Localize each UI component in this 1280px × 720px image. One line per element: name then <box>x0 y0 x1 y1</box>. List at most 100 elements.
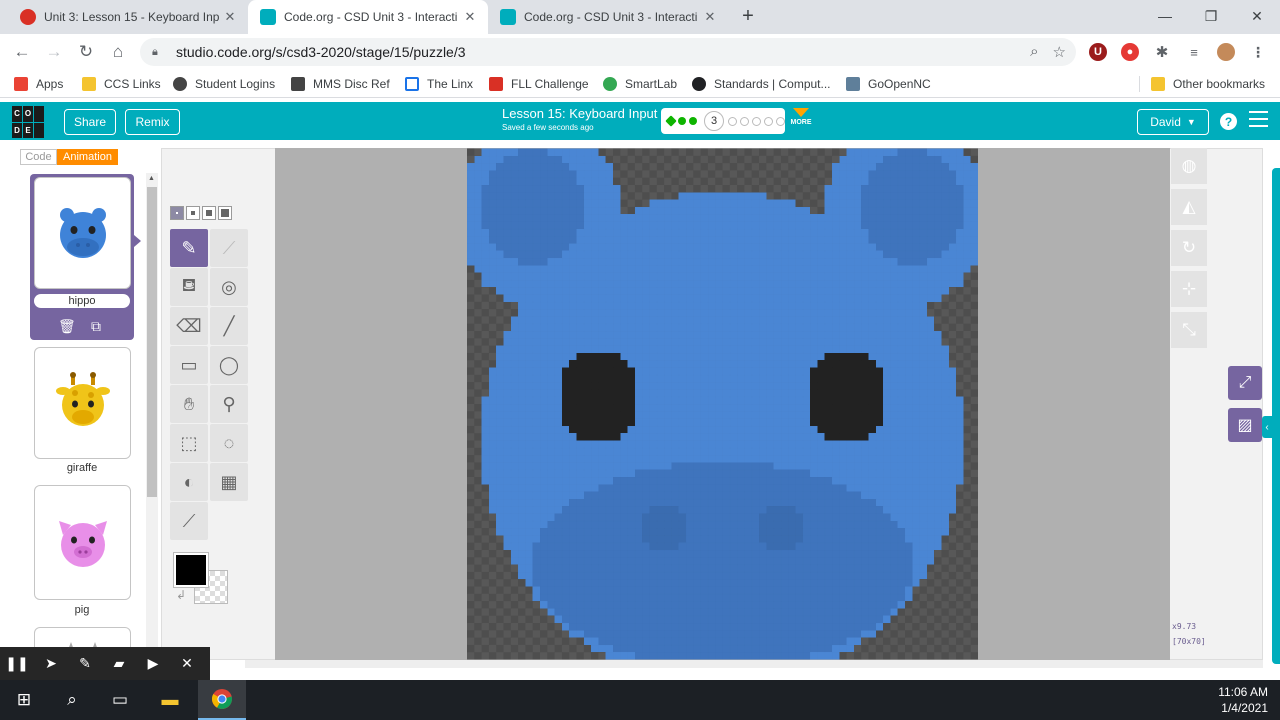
cursor-icon[interactable]: ➤ <box>34 655 68 672</box>
eraser-icon[interactable]: ⌫ <box>170 307 208 345</box>
camera-icon[interactable]: ▶ <box>136 655 170 672</box>
canvas-viewport[interactable] <box>275 148 1170 660</box>
chrome-taskbar-icon[interactable] <box>198 680 246 720</box>
level-dot-complete[interactable] <box>678 117 686 125</box>
hippo-pixel-canvas[interactable] <box>467 148 978 660</box>
magic-wand-icon[interactable]: ⚲ <box>210 385 248 423</box>
animation-thumbnail-pig[interactable] <box>34 485 131 600</box>
search-icon[interactable]: ⌕ <box>48 680 96 720</box>
resize-icon[interactable]: ⤡ <box>1171 312 1207 348</box>
checker-transparency-icon[interactable]: ▦ <box>210 463 248 501</box>
horizontal-scrollbar[interactable] <box>245 660 1263 668</box>
bookmark-fll-challenge[interactable]: FLL Challenge <box>489 75 589 93</box>
highlighter-icon[interactable]: ▰ <box>102 655 136 672</box>
browser-tab-3[interactable]: Code.org - CSD Unit 3 - Interacti ✕ <box>488 0 728 34</box>
code-mode-button[interactable]: Code <box>20 149 57 165</box>
flip-horizontal-icon[interactable]: ◭ <box>1171 189 1207 225</box>
windows-start-icon[interactable]: ⊞ <box>0 680 48 720</box>
scrollbar-thumb[interactable] <box>147 187 157 497</box>
recolor-icon[interactable]: ◎ <box>210 268 248 306</box>
trash-icon[interactable]: 🗑︎ <box>58 318 76 334</box>
ellipse-icon[interactable]: ◯ <box>210 346 248 384</box>
browser-tab-2[interactable]: Code.org - CSD Unit 3 - Interacti ✕ <box>248 0 488 34</box>
close-icon[interactable]: ✕ <box>222 9 238 25</box>
swap-colors-icon[interactable]: ↲ <box>176 588 186 602</box>
bookmark-mms-disc-ref[interactable]: MMS Disc Ref <box>291 75 390 93</box>
ublock-extension-icon[interactable]: U <box>1089 43 1107 61</box>
rectangle-select-icon[interactable]: ⬚ <box>170 424 208 462</box>
animation-list-scrollbar[interactable]: ▲ <box>146 173 158 653</box>
close-icon[interactable]: ✕ <box>462 9 478 25</box>
level-dot[interactable] <box>752 116 761 126</box>
bookmark-apps[interactable]: Apps <box>14 75 63 93</box>
address-bar[interactable]: 🔒︎ studio.code.org/s/csd3-2020/stage/15/… <box>140 38 1076 66</box>
record-extension-icon[interactable]: ● <box>1121 43 1139 61</box>
collapse-chevron-icon[interactable]: ‹ <box>1262 416 1272 438</box>
hand-pan-icon[interactable]: ✋︎ <box>170 385 208 423</box>
eyedropper-icon[interactable]: ⟋ <box>170 502 208 540</box>
new-tab-button[interactable]: + <box>737 6 759 28</box>
animation-thumbnail-hippo[interactable] <box>34 177 131 289</box>
more-levels-button[interactable]: MORE <box>788 108 814 126</box>
rectangle-icon[interactable]: ▭ <box>170 346 208 384</box>
forward-icon[interactable]: → <box>42 40 66 64</box>
paint-bucket-icon[interactable]: ⛾ <box>170 268 208 306</box>
remix-button[interactable]: Remix <box>125 109 180 135</box>
close-icon[interactable]: ✕ <box>702 9 718 25</box>
bookmark-ccs-links[interactable]: CCS Links <box>82 75 161 93</box>
duplicate-icon[interactable]: ⧉ <box>89 318 103 334</box>
pencil-icon[interactable]: ✎ <box>170 229 208 267</box>
pause-icon[interactable]: ❚❚ <box>0 655 34 672</box>
level-dot-complete[interactable] <box>665 115 677 127</box>
level-dot[interactable] <box>740 116 749 126</box>
level-dot-complete[interactable] <box>689 117 697 125</box>
lasso-select-icon[interactable]: ◌ <box>210 424 248 462</box>
primary-color-swatch[interactable] <box>174 553 208 587</box>
system-clock[interactable]: 11:06 AM 1/4/2021 <box>1218 684 1268 716</box>
browser-tab-1[interactable]: Unit 3: Lesson 15 - Keyboard Inp ✕ <box>8 0 248 34</box>
image-library-icon[interactable]: ▨ <box>1228 408 1262 442</box>
bookmark-student-logins[interactable]: Student Logins <box>173 75 275 93</box>
brush-size-4[interactable] <box>218 206 232 220</box>
rotate-icon[interactable]: ↻ <box>1171 230 1207 266</box>
share-button[interactable]: Share <box>64 109 116 135</box>
extensions-puzzle-icon[interactable]: ✱ <box>1153 43 1171 61</box>
minimize-icon[interactable]: — <box>1142 0 1188 32</box>
line-tool-icon[interactable]: ╱ <box>210 307 248 345</box>
bookmark-star-icon[interactable]: ☆ <box>1053 43 1066 61</box>
level-current[interactable]: 3 <box>704 111 724 131</box>
level-dot[interactable] <box>764 116 773 126</box>
line-icon[interactable]: ⟋ <box>210 229 248 267</box>
animation-thumbnail-next[interactable] <box>34 627 131 648</box>
hamburger-menu-icon[interactable] <box>1249 111 1268 132</box>
animation-mode-button[interactable]: Animation <box>57 149 118 165</box>
color-picker-wheel-icon[interactable]: ◐ <box>170 463 208 501</box>
level-dot[interactable] <box>728 116 737 126</box>
brush-size-3[interactable] <box>202 206 216 220</box>
onion-skin-icon[interactable]: ◍ <box>1171 148 1207 184</box>
chrome-menu-icon[interactable]: ⋮ <box>1249 43 1267 61</box>
brush-size-2[interactable] <box>186 206 200 220</box>
animation-thumbnail-giraffe[interactable] <box>34 347 131 459</box>
trim-icon[interactable]: ⊹ <box>1171 271 1207 307</box>
bookmark-standards[interactable]: Standards | Comput... <box>692 75 831 93</box>
expand-icon[interactable]: ⤢ <box>1228 366 1262 400</box>
back-icon[interactable]: ← <box>10 40 34 64</box>
file-explorer-icon[interactable]: ▬ <box>146 680 194 720</box>
task-view-icon[interactable]: ▭ <box>96 680 144 720</box>
level-dot[interactable] <box>776 116 785 126</box>
close-recorder-icon[interactable]: ✕ <box>170 655 204 672</box>
animation-name-input[interactable]: hippo <box>34 294 130 308</box>
lesson-title[interactable]: Lesson 15: Keyboard Input <box>502 106 657 121</box>
window-close-icon[interactable]: ✕ <box>1234 0 1280 32</box>
user-menu-button[interactable]: David ▼ <box>1137 109 1209 135</box>
bookmark-goopennc[interactable]: GoOpenNC <box>846 75 931 93</box>
bookmark-other[interactable]: Other bookmarks <box>1151 75 1265 93</box>
pen-icon[interactable]: ✎ <box>68 655 102 672</box>
reload-icon[interactable]: ↻ <box>74 40 98 64</box>
profile-avatar[interactable] <box>1217 43 1235 61</box>
reading-list-icon[interactable]: ≡ <box>1185 43 1203 61</box>
zoom-search-icon[interactable]: ⌕ <box>1030 43 1038 61</box>
bookmark-smartlab[interactable]: SmartLab <box>603 75 677 93</box>
scroll-up-icon[interactable]: ▲ <box>148 175 155 182</box>
